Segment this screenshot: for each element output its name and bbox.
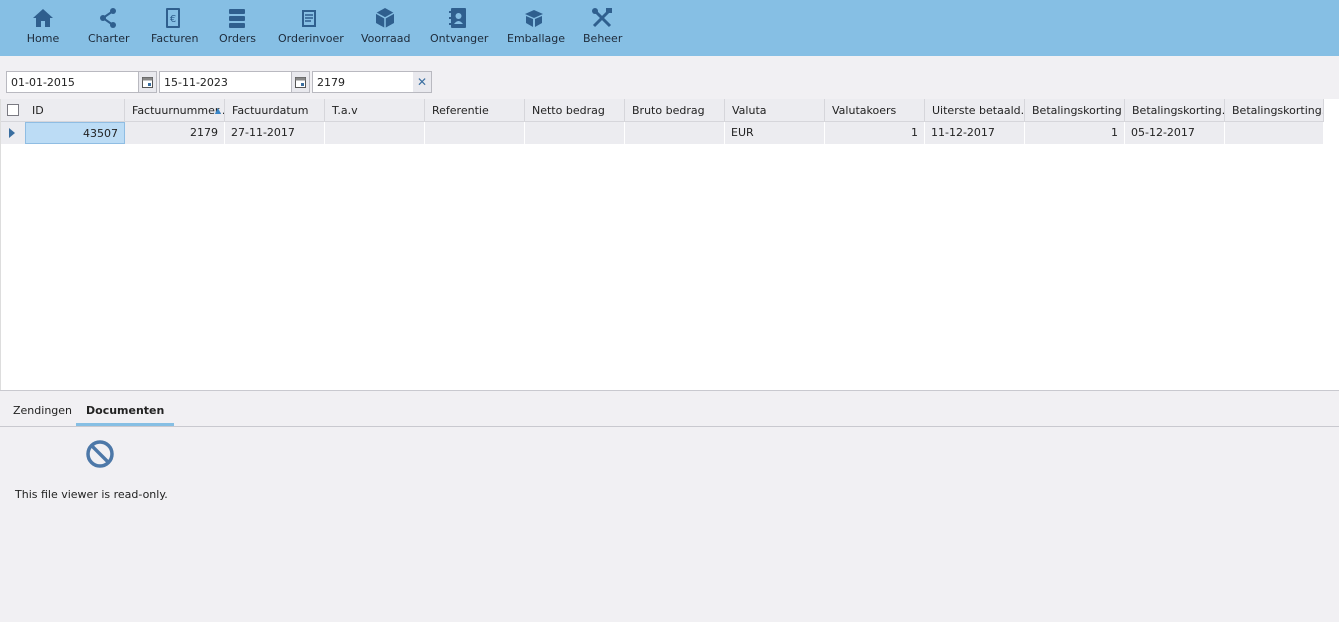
search-field: ✕ bbox=[312, 71, 432, 93]
column-header-id[interactable]: ID bbox=[25, 99, 125, 122]
list-icon bbox=[229, 9, 245, 28]
cell-uiterste-betaaldatum[interactable]: 11-12-2017 bbox=[925, 122, 1025, 144]
column-header-betalingskorting[interactable]: Betalingskorting bbox=[1025, 99, 1125, 122]
column-header-label: Valutakoers bbox=[832, 104, 897, 117]
toolbar-facturen-button[interactable]: € Facturen bbox=[151, 6, 199, 52]
cell-factuurnummer[interactable]: 2179 bbox=[125, 122, 225, 144]
date-from-field bbox=[6, 71, 157, 93]
tab-documenten[interactable]: Documenten bbox=[76, 398, 175, 426]
toolbar-beheer-button[interactable]: Beheer bbox=[583, 6, 623, 52]
calendar-icon bbox=[295, 76, 306, 88]
date-from-picker-button[interactable] bbox=[138, 72, 156, 92]
column-header-factuurnummer[interactable]: Factuurnummer... ▲ bbox=[125, 99, 225, 122]
cell-betalingskorting-3[interactable] bbox=[1225, 122, 1324, 144]
package-icon bbox=[525, 10, 543, 27]
column-header-bruto[interactable]: Bruto bedrag bbox=[625, 99, 725, 122]
toolbar-orders-button[interactable]: Orders bbox=[219, 6, 256, 52]
tools-icon bbox=[592, 8, 612, 28]
column-header-label: Netto bedrag bbox=[532, 104, 605, 117]
column-header-valuta[interactable]: Valuta bbox=[725, 99, 825, 122]
address-book-icon bbox=[449, 8, 466, 28]
tab-label: Zendingen bbox=[13, 404, 73, 417]
column-header-label: Valuta bbox=[732, 104, 767, 117]
toolbar-charter-label: Charter bbox=[88, 32, 130, 45]
table-row[interactable]: 43507 2179 27-11-2017 EUR 1 11-12-2017 1… bbox=[1, 122, 1324, 144]
toolbar-emballage-button[interactable]: Emballage bbox=[507, 6, 565, 52]
tab-divider bbox=[0, 426, 1339, 427]
sort-ascending-icon: ▲ bbox=[214, 106, 221, 115]
column-header-label: Bruto bedrag bbox=[632, 104, 705, 117]
cell-betalingskorting-datum[interactable]: 05-12-2017 bbox=[1125, 122, 1225, 144]
invoice-grid: ID Factuurnummer... ▲ Factuurdatum T.a.v … bbox=[0, 99, 1339, 390]
cell-valutakoers[interactable]: 1 bbox=[825, 122, 925, 144]
column-header-factuurdatum[interactable]: Factuurdatum bbox=[225, 99, 325, 122]
toolbar-charter-button[interactable]: Charter bbox=[88, 6, 130, 52]
column-header-label: Factuurnummer... bbox=[132, 104, 225, 117]
column-header-label: Betalingskorting bbox=[1032, 104, 1122, 117]
column-header-netto[interactable]: Netto bedrag bbox=[525, 99, 625, 122]
toolbar-emballage-label: Emballage bbox=[507, 32, 565, 45]
cell-netto[interactable] bbox=[525, 122, 625, 144]
toolbar-home-label: Home bbox=[26, 32, 60, 45]
toolbar-ontvanger-label: Ontvanger bbox=[430, 32, 489, 45]
svg-text:€: € bbox=[170, 14, 176, 25]
date-from-input[interactable] bbox=[7, 72, 137, 92]
row-indicator-icon bbox=[9, 128, 15, 138]
box-icon bbox=[375, 8, 395, 28]
calendar-icon bbox=[142, 76, 153, 88]
toolbar-beheer-label: Beheer bbox=[583, 32, 623, 45]
clear-search-button[interactable]: ✕ bbox=[413, 72, 431, 92]
share-icon bbox=[100, 8, 116, 28]
column-header-label: Betalingskorting... bbox=[1232, 104, 1324, 117]
column-header-label: Uiterste betaald... bbox=[932, 104, 1025, 117]
select-all-checkbox[interactable] bbox=[7, 104, 19, 116]
cell-id[interactable]: 43507 bbox=[25, 122, 125, 144]
toolbar-home-button[interactable]: Home bbox=[26, 6, 60, 52]
tab-label: Documenten bbox=[86, 404, 165, 417]
home-icon bbox=[33, 9, 53, 27]
column-header-betalingskorting-2[interactable]: Betalingskorting... bbox=[1125, 99, 1225, 122]
cell-tav[interactable] bbox=[325, 122, 425, 144]
toolbar-orders-label: Orders bbox=[219, 32, 256, 45]
column-header-betalingskorting-3[interactable]: Betalingskorting... bbox=[1225, 99, 1324, 122]
column-header-valutakoers[interactable]: Valutakoers bbox=[825, 99, 925, 122]
date-to-picker-button[interactable] bbox=[291, 72, 309, 92]
form-icon bbox=[302, 10, 316, 27]
column-header-label: T.a.v bbox=[332, 104, 358, 117]
toolbar-ontvanger-button[interactable]: Ontvanger bbox=[430, 6, 489, 52]
column-header-label: ID bbox=[32, 104, 44, 117]
cell-referentie[interactable] bbox=[425, 122, 525, 144]
toolbar-facturen-label: Facturen bbox=[151, 32, 199, 45]
toolbar-voorraad-button[interactable]: Voorraad bbox=[361, 6, 411, 52]
cell-bruto[interactable] bbox=[625, 122, 725, 144]
invoice-icon: € bbox=[166, 8, 180, 28]
toolbar-orderinvoer-label: Orderinvoer bbox=[278, 32, 344, 45]
search-input[interactable] bbox=[313, 72, 413, 92]
viewer-readonly-message: This file viewer is read-only. bbox=[15, 488, 168, 501]
close-icon: ✕ bbox=[416, 75, 428, 89]
cell-valuta[interactable]: EUR bbox=[725, 122, 825, 144]
date-to-input[interactable] bbox=[160, 72, 290, 92]
panel-splitter[interactable] bbox=[0, 390, 1339, 391]
toolbar-orderinvoer-button[interactable]: Orderinvoer bbox=[278, 6, 344, 52]
no-entry-icon bbox=[86, 440, 114, 468]
grid-header: ID Factuurnummer... ▲ Factuurdatum T.a.v … bbox=[1, 99, 1324, 122]
column-header-uiterste-betaaldatum[interactable]: Uiterste betaald... bbox=[925, 99, 1025, 122]
tab-zendingen[interactable]: Zendingen bbox=[3, 398, 82, 426]
column-header-label: Betalingskorting... bbox=[1132, 104, 1225, 117]
cell-betalingskorting[interactable]: 1 bbox=[1025, 122, 1125, 144]
column-header-tav[interactable]: T.a.v bbox=[325, 99, 425, 122]
column-header-label: Factuurdatum bbox=[232, 104, 309, 117]
cell-factuurdatum[interactable]: 27-11-2017 bbox=[225, 122, 325, 144]
column-header-label: Referentie bbox=[432, 104, 489, 117]
main-toolbar: Home Charter € Facturen Orders Orderinvo… bbox=[0, 0, 1339, 56]
column-header-referentie[interactable]: Referentie bbox=[425, 99, 525, 122]
toolbar-voorraad-label: Voorraad bbox=[361, 32, 411, 45]
date-to-field bbox=[159, 71, 310, 93]
